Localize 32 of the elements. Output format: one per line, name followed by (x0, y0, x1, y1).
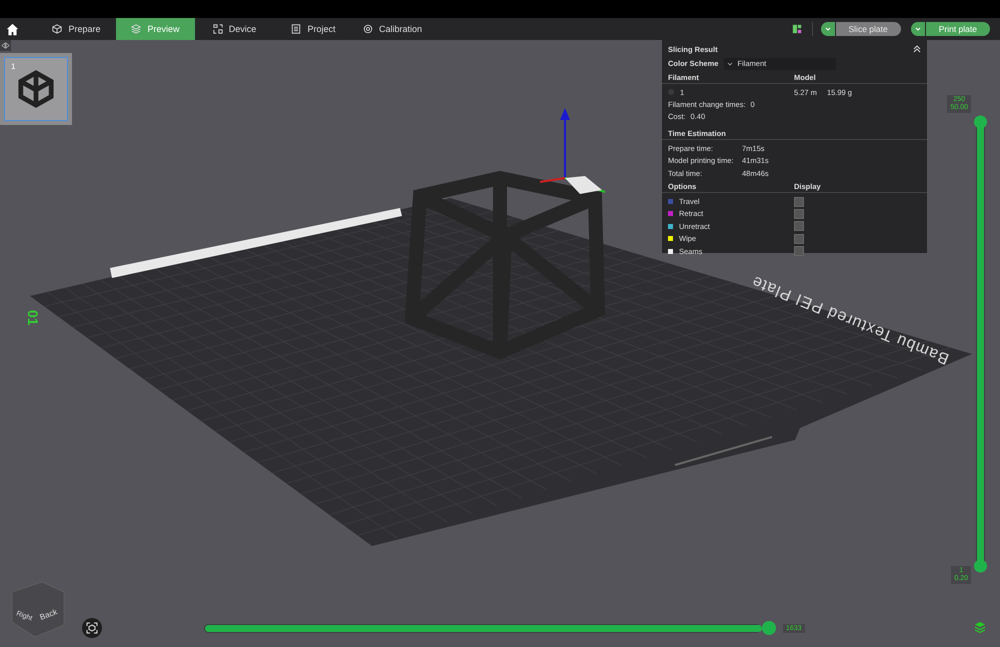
display-checkbox[interactable] (794, 196, 804, 207)
plate-number-label: 1 (11, 62, 16, 71)
upper-layer-handle[interactable] (974, 116, 987, 128)
display-checkbox[interactable] (794, 234, 804, 244)
chevron-down-icon (726, 60, 734, 68)
list-icon (291, 24, 302, 34)
chevron-down-icon (914, 25, 922, 33)
target-icon (362, 24, 373, 34)
nav-tab[interactable]: Device (195, 18, 274, 40)
layers-icon (131, 24, 142, 34)
display-checkbox[interactable] (794, 221, 804, 232)
collapse-icon[interactable] (913, 45, 921, 53)
fit-view-icon[interactable] (82, 618, 102, 638)
plate-number: 01 (25, 310, 41, 326)
move-slider-handle[interactable] (762, 620, 776, 634)
dropdown-button[interactable] (820, 22, 834, 36)
frame-corners-icon (212, 24, 223, 34)
nav-tab[interactable]: Project (274, 18, 353, 40)
cube-icon (52, 24, 62, 34)
axis-arrows-icon (540, 108, 606, 194)
display-checkbox[interactable] (794, 208, 804, 219)
collapse-icon[interactable] (0, 40, 11, 51)
layout-icon[interactable] (792, 24, 802, 34)
chevron-down-icon (824, 25, 832, 33)
cube-frame-icon (17, 70, 55, 108)
lower-layer-handle[interactable] (974, 560, 987, 572)
home-icon[interactable] (6, 22, 19, 36)
layers-icon[interactable] (974, 621, 986, 633)
dropdown-button[interactable] (910, 22, 925, 36)
display-checkbox[interactable] (794, 246, 804, 256)
nav-tab[interactable]: Prepare (37, 18, 116, 40)
nav-tab[interactable]: Calibration (353, 18, 432, 40)
